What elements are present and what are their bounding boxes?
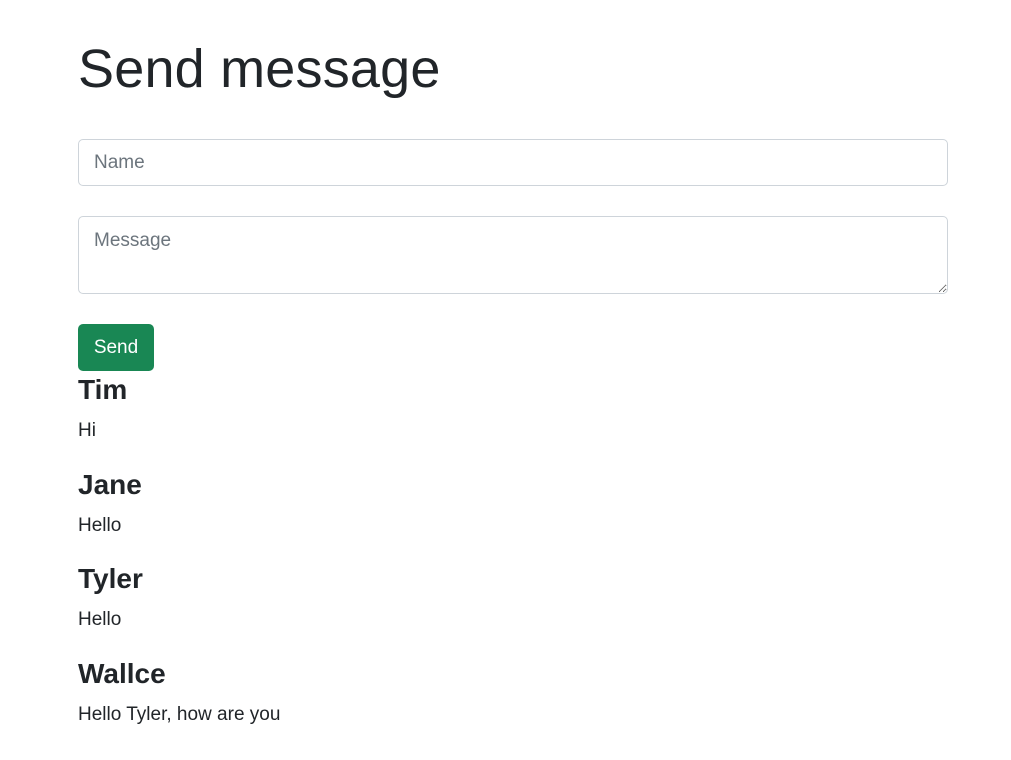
message-text: Hello (78, 514, 122, 536)
message-text: Hello (78, 609, 122, 630)
message-text: Hello Tyler, how are you (78, 703, 281, 725)
message-author: Tyler (78, 563, 143, 594)
name-input[interactable] (78, 139, 948, 186)
message-item: Jane Hello (78, 467, 948, 562)
message-item: Tyler Hello (78, 561, 948, 656)
message-item: Wallce Hello Tyler, how are you (78, 656, 948, 751)
message-list: Tim Hi Jane Hello Tyler Hello Wallce Hel… (78, 372, 948, 750)
message-author: Jane (78, 468, 142, 500)
send-button[interactable]: Send (78, 324, 154, 371)
message-textarea[interactable] (78, 216, 948, 294)
page-title: Send message (78, 39, 441, 99)
message-text: Hi (78, 420, 96, 441)
message-author: Wallce (78, 657, 166, 689)
message-item: Tim Hi (78, 372, 948, 467)
message-author: Tim (78, 374, 128, 405)
